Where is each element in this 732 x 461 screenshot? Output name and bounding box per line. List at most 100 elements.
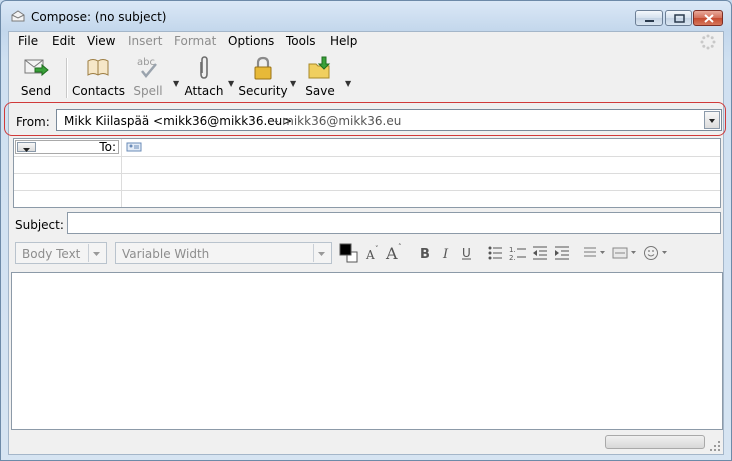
security-dropdown-arrow[interactable]: ▼ [290, 79, 296, 88]
format-toolbar: Body Text Variable Width A ˅ A ˄ B I U 1… [9, 240, 723, 268]
svg-text:˄: ˄ [398, 243, 402, 251]
paragraph-style-select[interactable]: Body Text [15, 242, 107, 264]
insert-object-icon[interactable] [612, 245, 638, 261]
menu-options-label: Options [228, 34, 275, 48]
increase-font-size-icon[interactable]: A ˄ [385, 242, 405, 262]
menu-insert[interactable]: Insert [128, 34, 162, 48]
save-dropdown-arrow[interactable]: ▼ [345, 79, 351, 88]
save-label: Save [305, 84, 335, 98]
recipient-row[interactable]: To: [14, 139, 720, 157]
font-dropdown[interactable] [313, 244, 330, 262]
align-icon[interactable] [583, 245, 607, 261]
italic-icon[interactable]: I [439, 245, 455, 261]
decrease-font-size-icon[interactable]: A ˅ [365, 245, 381, 261]
menu-view-label: View [87, 34, 116, 48]
send-button[interactable]: Send [15, 54, 57, 100]
spell-dropdown-arrow[interactable]: ▼ [173, 79, 179, 88]
recipient-type-select[interactable]: To: [15, 140, 119, 154]
underline-icon[interactable]: U [459, 245, 475, 261]
contacts-button[interactable]: Contacts [72, 54, 125, 100]
recipient-row[interactable] [14, 173, 720, 191]
menu-help[interactable]: Help [330, 34, 357, 48]
envelope-app-icon [11, 10, 25, 22]
recipient-row[interactable] [14, 190, 720, 207]
activity-throbber-icon [700, 34, 716, 50]
spell-button[interactable]: abc Spell [129, 54, 167, 100]
svg-text:I: I [442, 247, 449, 261]
attach-button[interactable]: Attach [183, 54, 225, 100]
security-button[interactable]: Security [238, 54, 288, 100]
subject-label: Subject: [15, 218, 64, 232]
menu-file[interactable]: File [18, 34, 38, 48]
svg-text:1.: 1. [509, 246, 516, 254]
maximize-icon [674, 14, 685, 23]
spell-check-icon: abc [137, 57, 157, 78]
menu-file-label: File [18, 34, 39, 48]
security-label: Security [238, 84, 288, 98]
menu-edit-label: Edit [52, 34, 76, 48]
window-title: Compose: (no subject) [31, 10, 167, 24]
outdent-icon[interactable] [532, 245, 548, 261]
smiley-icon[interactable] [643, 245, 669, 261]
font-value: Variable Width [122, 247, 210, 261]
chevron-down-icon [318, 252, 325, 256]
address-card-icon [126, 142, 142, 152]
menu-insert-label: Insert [128, 34, 163, 48]
toolbar-separator [66, 58, 68, 98]
font-select[interactable]: Variable Width [115, 242, 332, 264]
menu-bar: File Edit View Insert Format Options Too… [9, 32, 723, 52]
svg-text:abc: abc [137, 57, 155, 68]
resize-grip-icon[interactable] [709, 440, 721, 452]
menu-tools-label: Tools [286, 34, 316, 48]
bulleted-list-icon[interactable] [487, 245, 503, 261]
paperclip-icon [200, 56, 208, 79]
maximize-button[interactable] [665, 10, 692, 26]
compose-toolbar: Send Contacts abc Spell ▼ Attach ▼ Secur… [9, 54, 723, 102]
recipient-row[interactable] [14, 156, 720, 174]
from-identity-select[interactable]: Mikk Kiilaspää <mikk36@mikk36.eu> - mikk… [56, 109, 722, 131]
compose-client-area: File Edit View Insert Format Options Too… [4, 31, 726, 455]
menu-edit[interactable]: Edit [52, 34, 75, 48]
send-label: Send [20, 84, 52, 98]
numbered-list-icon[interactable]: 1. 2. [509, 245, 527, 261]
attach-dropdown-arrow[interactable]: ▼ [228, 79, 234, 88]
svg-text:A: A [365, 248, 375, 261]
menu-options[interactable]: Options [228, 34, 274, 48]
save-button[interactable]: Save [301, 54, 339, 100]
menu-format[interactable]: Format [174, 34, 216, 48]
indent-icon[interactable] [554, 245, 570, 261]
lock-icon [254, 56, 272, 80]
from-row: From: Mikk Kiilaspää <mikk36@mikk36.eu> … [4, 102, 726, 136]
menu-tools[interactable]: Tools [286, 34, 316, 48]
paragraph-style-dropdown[interactable] [88, 244, 105, 262]
paragraph-style-value: Body Text [22, 247, 81, 261]
text-color-picker-icon[interactable] [339, 243, 359, 265]
recipient-type-dropdown[interactable] [17, 142, 36, 152]
recipient-list: To: [13, 138, 721, 208]
title-bar[interactable]: Compose: (no subject) [1, 1, 731, 31]
menu-format-label: Format [174, 34, 217, 48]
minimize-button[interactable] [635, 10, 663, 26]
subject-input[interactable] [67, 212, 721, 234]
chevron-down-icon [23, 148, 30, 152]
message-body-editor[interactable] [11, 272, 723, 430]
svg-text:B: B [420, 247, 430, 261]
status-progress-panel [605, 435, 705, 449]
close-icon [704, 14, 714, 23]
menu-help-label: Help [330, 34, 358, 48]
from-identity-name: Mikk Kiilaspää <mikk36@mikk36.eu> [64, 114, 293, 128]
chevron-down-icon [709, 119, 715, 123]
svg-text:˅: ˅ [375, 245, 379, 253]
chevron-down-icon [93, 252, 100, 256]
bold-icon[interactable]: B [417, 245, 433, 261]
contacts-label: Contacts [72, 84, 125, 98]
menu-view[interactable]: View [87, 34, 115, 48]
minimize-icon [645, 20, 654, 22]
recipient-type-label: To: [99, 140, 116, 154]
close-button[interactable] [693, 10, 723, 26]
contacts-book-icon [87, 59, 109, 76]
from-label: From: [16, 115, 50, 129]
from-dropdown-button[interactable] [704, 111, 720, 129]
status-bar [9, 432, 723, 454]
svg-text:2.: 2. [509, 254, 516, 261]
